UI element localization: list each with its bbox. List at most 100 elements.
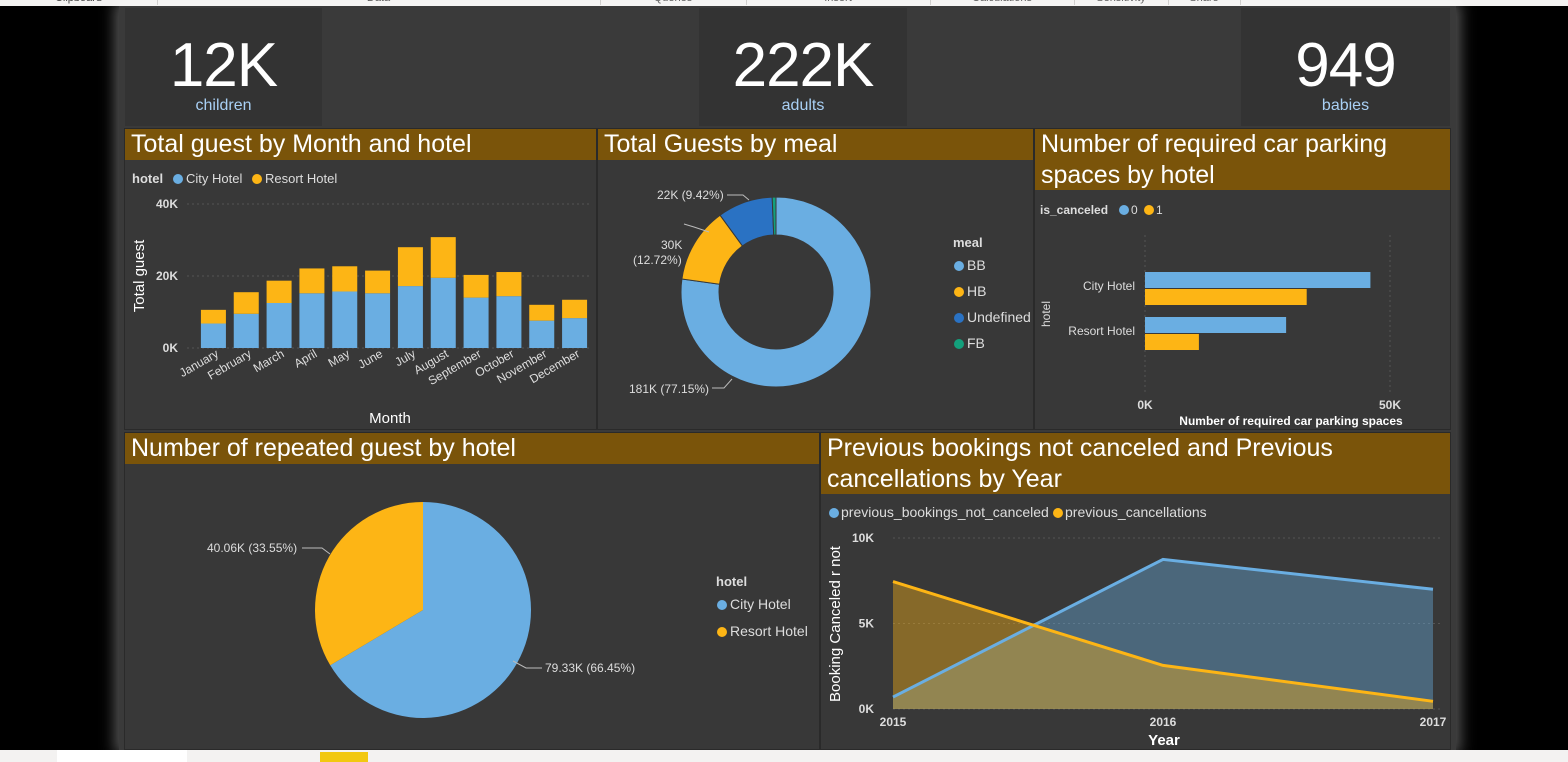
chart-previous-bookings: previous_bookings_not_canceled previous_… (827, 504, 1447, 749)
x-tick-label: April (292, 346, 320, 370)
x-tick-label: June (356, 346, 386, 371)
legend-dot-hb (954, 287, 964, 297)
bar-resort-hotel (496, 272, 522, 297)
legend-dot-resort (717, 627, 727, 637)
bar-city-hotel (233, 313, 259, 348)
legend-title: meal (953, 235, 983, 250)
legend-dot-undefined (954, 313, 964, 323)
panel-guest-by-month[interactable]: Total guest by Month and hotel hotel Cit… (124, 128, 597, 430)
ribbon-group[interactable]: Calculations (930, 0, 1075, 5)
bar-resort-hotel (200, 309, 226, 324)
bar-city-hotel (529, 320, 555, 348)
panel-title: Total Guests by meal (598, 129, 1033, 160)
page-tab-strip (0, 750, 1568, 762)
panel-title-line2: spaces by hotel (1041, 161, 1215, 189)
panel-title: Number of required car parking spaces by… (1035, 129, 1450, 190)
bar-city-hotel (332, 291, 358, 348)
bar-resort-hotel (233, 292, 259, 314)
legend-item-fb: FB (967, 335, 985, 351)
leader-line (712, 378, 733, 389)
legend-item-city: City Hotel (186, 171, 242, 186)
x-tick-label: 2017 (1420, 715, 1447, 729)
y-tick-label: 0K (859, 702, 875, 716)
y-tick-label: 40K (156, 197, 178, 211)
legend-dot-fb (954, 339, 964, 349)
legend-dot-1 (1144, 205, 1154, 215)
data-label-undefined: 22K (9.42%) (657, 188, 724, 202)
kpi-label: children (195, 97, 252, 114)
chart-guest-by-month: hotel City Hotel Resort Hotel Total gues… (131, 171, 591, 427)
legend-title: hotel (716, 574, 747, 589)
kpi-card-children[interactable]: 12K children (125, 8, 322, 126)
bar-resort-hotel (463, 274, 489, 298)
data-label-hb-line2: (12.72%) (633, 253, 682, 267)
panel-parking-by-hotel[interactable]: Number of required car parking spaces by… (1034, 128, 1451, 430)
legend-item-city: City Hotel (730, 596, 791, 612)
data-label-hb-line1: 30K (661, 238, 682, 252)
legend-item-undefined: Undefined (967, 309, 1031, 325)
legend-dot-not-canceled (829, 508, 839, 518)
legend-item-hb: HB (967, 283, 986, 299)
ribbon-group[interactable]: Share (1168, 0, 1241, 5)
chart-parking-by-hotel: is_canceled 0 1 hotel Number of required… (1039, 203, 1403, 428)
page-tab-add[interactable] (320, 752, 368, 762)
x-tick-label: May (326, 346, 353, 369)
y-tick-label: 5K (859, 617, 875, 631)
bar-is-canceled-0 (1145, 317, 1287, 333)
legend-item-not-canceled: previous_bookings_not_canceled (841, 504, 1049, 520)
y-tick-label: 20K (156, 269, 178, 283)
panel-title: Previous bookings not canceled and Previ… (821, 433, 1450, 494)
data-label-resort: 40.06K (33.55%) (207, 541, 297, 555)
panel-title: Total guest by Month and hotel (125, 129, 596, 160)
chart-guests-by-meal: 22K (9.42%) 30K (12.72%) 181K (77.15%) m… (629, 188, 1031, 396)
panel-previous-bookings[interactable]: Previous bookings not canceled and Previ… (820, 432, 1451, 750)
bar-is-canceled-0 (1145, 272, 1371, 288)
kpi-label: babies (1321, 97, 1370, 114)
bar-resort-hotel (299, 268, 325, 294)
panel-title-line2: cancellations by Year (827, 465, 1062, 493)
leader-line (302, 547, 331, 555)
legend-dot-city (173, 174, 183, 184)
kpi-card-babies[interactable]: 949 babies (1241, 8, 1450, 126)
bar-city-hotel (365, 293, 391, 348)
kpi-value: 12K (169, 31, 278, 100)
panel-title-line1: Number of required car parking (1041, 130, 1387, 158)
leader-line (727, 194, 750, 201)
panel-title-line1: Previous bookings not canceled and Previ… (827, 434, 1333, 462)
x-tick-label: 2015 (880, 715, 907, 729)
x-tick-label: March (251, 346, 287, 375)
bar-resort-hotel (430, 237, 456, 278)
bar-city-hotel (463, 297, 489, 348)
panel-guests-by-meal[interactable]: Total Guests by meal 22K (9.42%) 30K (12… (597, 128, 1034, 430)
bar-city-hotel (430, 277, 456, 348)
y-axis-label: Total guest (131, 239, 148, 312)
ribbon-group[interactable]: Data (157, 0, 601, 5)
y-tick-label: 0K (163, 341, 179, 355)
y-axis-label: hotel (1039, 301, 1053, 327)
x-axis-label: Month (369, 410, 411, 427)
y-axis-label: Booking Canceled r not (827, 545, 844, 702)
page-tab-active[interactable] (57, 750, 187, 762)
bar-city-hotel (397, 286, 423, 348)
panel-repeated-guest[interactable]: Number of repeated guest by hotel 40.06K… (124, 432, 820, 750)
bar-city-hotel (299, 293, 325, 348)
bar-resort-hotel (266, 280, 292, 303)
kpi-card-adults[interactable]: 222K adults (699, 8, 907, 126)
bar-resort-hotel (529, 304, 555, 321)
bar-resort-hotel (332, 266, 358, 292)
legend-dot-city (717, 600, 727, 610)
ribbon-group[interactable]: Insert (746, 0, 931, 5)
x-tick-label: 2016 (1150, 715, 1177, 729)
ribbon-group[interactable]: Queries (600, 0, 747, 5)
y-tick-label: Resort Hotel (1068, 324, 1135, 338)
bar-is-canceled-1 (1145, 334, 1199, 350)
ribbon-group[interactable]: Sensitivity (1074, 0, 1169, 5)
legend-item-bb: BB (967, 257, 986, 273)
bar-resort-hotel (562, 299, 588, 319)
x-axis-label: Year (1148, 732, 1180, 749)
bar-city-hotel (496, 296, 522, 348)
legend-dot-0 (1119, 205, 1129, 215)
ribbon-group[interactable]: Clipboard (0, 0, 158, 5)
kpi-value: 222K (732, 31, 875, 100)
panel-title: Number of repeated guest by hotel (125, 433, 819, 464)
